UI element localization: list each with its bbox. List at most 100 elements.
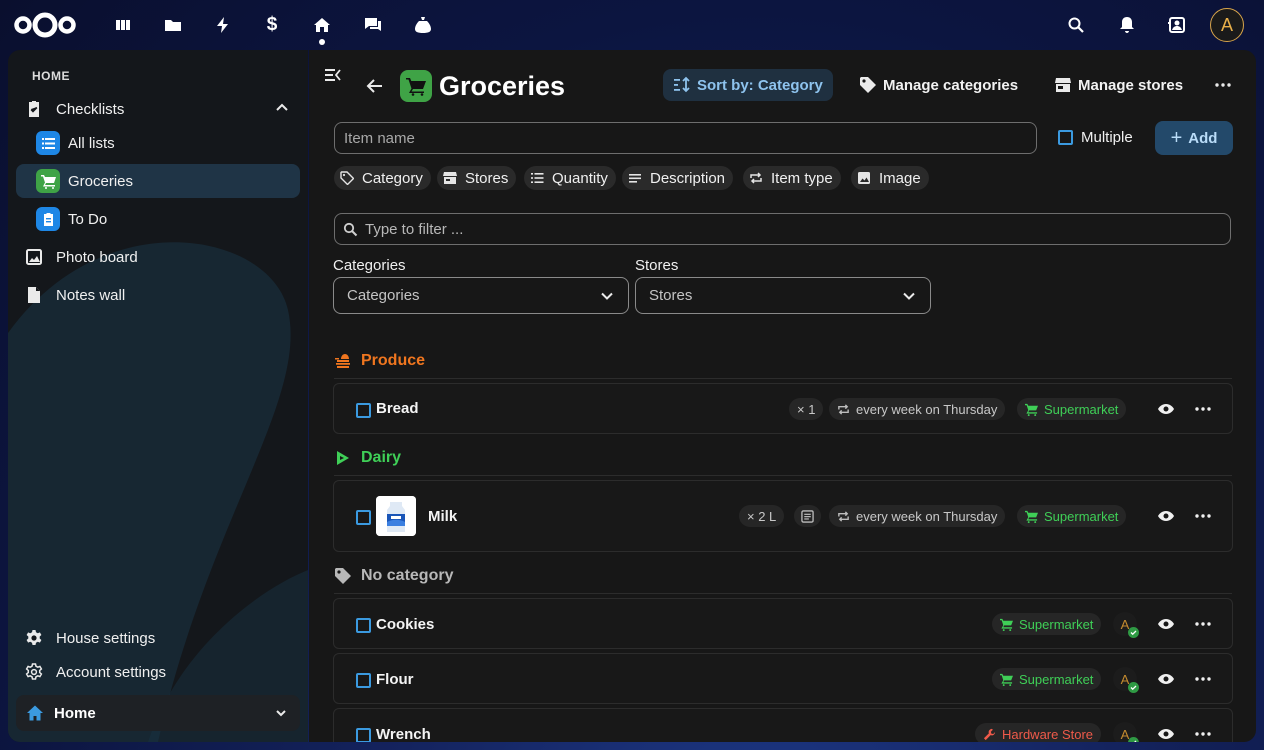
clipboard-icon	[36, 207, 60, 231]
store-text: Supermarket	[1019, 671, 1094, 687]
dashboard-icon[interactable]	[109, 11, 137, 39]
list-icon	[531, 173, 544, 183]
eye-icon[interactable]	[1154, 397, 1178, 421]
talk-icon[interactable]	[359, 11, 387, 39]
checkmark-icon	[1128, 682, 1139, 693]
more-options-icon[interactable]	[1191, 612, 1215, 636]
back-arrow-icon[interactable]	[363, 74, 387, 98]
eye-icon[interactable]	[1154, 612, 1178, 636]
chip-label: Stores	[465, 169, 509, 187]
list-icon	[36, 131, 60, 155]
money-icon[interactable]: $	[258, 11, 286, 39]
chip-stores[interactable]: Stores	[437, 166, 517, 190]
nextcloud-logo[interactable]	[14, 11, 76, 39]
item-checkbox[interactable]	[356, 728, 371, 742]
item-name: Cookies	[376, 616, 435, 633]
eye-icon[interactable]	[1154, 667, 1178, 691]
repeat-icon	[838, 510, 849, 522]
cart-icon	[1025, 510, 1038, 523]
stores-select[interactable]: Stores	[635, 277, 931, 314]
search-icon[interactable]	[1062, 11, 1090, 39]
eye-icon[interactable]	[1154, 504, 1178, 528]
repeat-badge: every week on Thursday	[829, 505, 1006, 527]
checkmark-icon	[1128, 737, 1139, 742]
manage-categories-button[interactable]: Manage categories	[849, 69, 1028, 101]
store-text: Supermarket	[1044, 401, 1119, 417]
sidebar-item-checklists[interactable]: Checklists	[16, 92, 300, 126]
chip-quantity[interactable]: Quantity	[524, 166, 616, 190]
top-bar: $ A	[0, 0, 1264, 50]
item-checkbox[interactable]	[356, 510, 371, 525]
store-badge: Supermarket	[992, 613, 1102, 635]
repeat-badge: every week on Thursday	[829, 398, 1006, 420]
notifications-icon[interactable]	[1113, 11, 1141, 39]
chevron-down-icon	[903, 292, 915, 300]
sidebar-item-account-settings[interactable]: Account settings	[16, 655, 300, 689]
main-content: Groceries Sort by: Category Manage categ…	[309, 50, 1256, 742]
cospend-icon[interactable]	[409, 11, 437, 39]
list-item-milk[interactable]: Milk × 2 L every week on Thursday Superm…	[333, 480, 1233, 552]
sidebar-item-all-lists[interactable]: All lists	[16, 126, 300, 160]
cart-icon	[1000, 618, 1013, 631]
sidebar-item-house-settings[interactable]: House settings	[16, 621, 300, 655]
chip-image[interactable]: Image	[851, 166, 929, 190]
chip-label: Item type	[771, 169, 833, 187]
files-icon[interactable]	[159, 11, 187, 39]
store-text: Supermarket	[1019, 616, 1094, 632]
tag-icon	[335, 568, 351, 584]
assignee-avatar[interactable]: A	[1113, 612, 1139, 638]
more-options-icon[interactable]	[1211, 73, 1235, 97]
eye-icon[interactable]	[1154, 722, 1178, 742]
item-checkbox[interactable]	[356, 618, 371, 633]
user-avatar[interactable]: A	[1210, 8, 1244, 42]
plus-icon: +	[1170, 126, 1183, 149]
sidebar-item-notes-wall[interactable]: Notes wall	[16, 278, 300, 312]
category-header-dairy: Dairy	[334, 447, 401, 469]
sidebar-item-groceries[interactable]: Groceries	[16, 164, 300, 198]
gear-icon	[22, 626, 46, 650]
home-switcher-label: Home	[54, 704, 96, 722]
manage-stores-button[interactable]: Manage stores	[1044, 69, 1193, 101]
chip-category[interactable]: Category	[334, 166, 431, 190]
more-options-icon[interactable]	[1191, 504, 1215, 528]
sidebar-item-label: Checklists	[56, 100, 125, 118]
home-switcher[interactable]: Home	[16, 695, 300, 731]
category-header-no-category: No category	[334, 565, 453, 587]
sort-button[interactable]: Sort by: Category	[663, 69, 833, 101]
sidebar-caption: HOME	[32, 69, 70, 83]
store-badge: Hardware Store	[975, 723, 1102, 742]
list-item-wrench[interactable]: Wrench Hardware Store A	[333, 708, 1233, 742]
checkbox[interactable]	[1058, 130, 1073, 145]
item-name-input[interactable]: Item name	[334, 122, 1037, 154]
more-options-icon[interactable]	[1191, 667, 1215, 691]
list-item-cookies[interactable]: Cookies Supermarket A	[333, 598, 1233, 649]
toggle-sidebar-icon[interactable]	[321, 63, 345, 87]
categories-select[interactable]: Categories	[333, 277, 629, 314]
list-item-bread[interactable]: Bread × 1 every week on Thursday Superma…	[333, 383, 1233, 434]
list-item-flour[interactable]: Flour Supermarket A	[333, 653, 1233, 704]
chip-description[interactable]: Description	[622, 166, 734, 190]
wrench-icon	[983, 728, 996, 740]
filter-placeholder: Type to filter ...	[365, 220, 464, 238]
chip-label: Image	[879, 169, 921, 187]
cart-icon	[1025, 403, 1038, 416]
more-options-icon[interactable]	[1191, 722, 1215, 742]
item-checkbox[interactable]	[356, 673, 371, 688]
more-options-icon[interactable]	[1191, 397, 1215, 421]
sidebar-item-todo[interactable]: To Do	[16, 202, 300, 236]
add-button[interactable]: + Add	[1155, 121, 1233, 155]
sidebar-item-photo-board[interactable]: Photo board	[16, 240, 300, 274]
activity-icon[interactable]	[209, 11, 237, 39]
chevron-up-icon[interactable]	[274, 100, 290, 116]
assignee-avatar[interactable]: A	[1113, 722, 1139, 742]
assignee-avatar[interactable]: A	[1113, 667, 1139, 693]
house-icon[interactable]	[308, 11, 336, 39]
item-checkbox[interactable]	[356, 403, 371, 418]
contacts-icon[interactable]	[1163, 11, 1191, 39]
filter-input[interactable]: Type to filter ...	[334, 213, 1231, 245]
multiple-checkbox[interactable]: Multiple	[1058, 129, 1133, 146]
chip-item-type[interactable]: Item type	[743, 166, 841, 190]
item-thumbnail[interactable]	[376, 496, 416, 536]
category-header-produce: Produce	[334, 350, 425, 372]
note-icon	[22, 283, 46, 307]
